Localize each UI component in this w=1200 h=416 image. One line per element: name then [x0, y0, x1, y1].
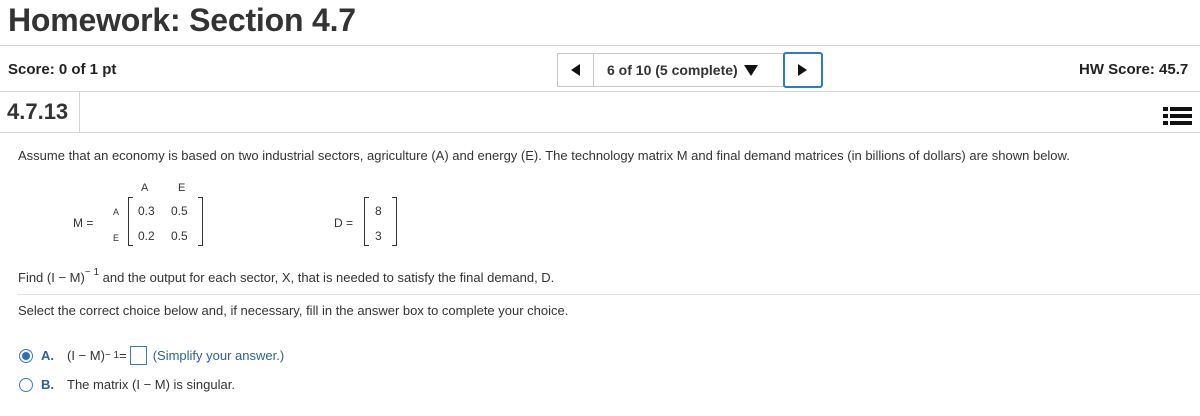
next-question-button[interactable] — [783, 52, 823, 88]
matrix-d-cell: 3 — [375, 229, 382, 243]
previous-question-button[interactable] — [557, 53, 593, 87]
answer-input-box[interactable] — [129, 346, 147, 365]
matrix-d-label: D = — [334, 216, 354, 230]
question-number: 4.7.13 — [7, 99, 69, 124]
choice-expression: (I − M) — [67, 348, 105, 363]
choice-hint: (Simplify your answer.) — [152, 348, 285, 363]
matrix-m-cell: 0.2 — [138, 229, 155, 243]
triangle-right-icon — [798, 64, 807, 76]
matrix-m-cell: 0.5 — [171, 229, 188, 243]
radio-unselected-icon[interactable] — [19, 377, 33, 392]
matrix-m-row-header: E — [113, 233, 120, 243]
divider — [0, 132, 1200, 133]
matrix-m-cell: 0.5 — [171, 204, 188, 218]
radio-selected-icon[interactable] — [19, 348, 33, 363]
page-title: Homework: Section 4.7 — [8, 2, 356, 38]
choice-a[interactable]: A. (I − M) − 1 = (Simplify your answer.) — [19, 346, 284, 365]
find-expression: Find (I − M) — [18, 270, 85, 285]
matrix-m-col-header: E — [178, 182, 186, 194]
matrix-bracket-right — [392, 197, 397, 246]
choice-b[interactable]: B. The matrix (I − M) is singular. — [19, 377, 235, 392]
question-statement: Assume that an economy is based on two i… — [18, 148, 1070, 163]
hw-score-label: HW Score: 45.7 — [1079, 61, 1189, 78]
choice-exponent: − 1 — [104, 350, 120, 361]
question-progress: 6 of 10 (5 complete) — [607, 62, 738, 78]
matrix-d-cell: 8 — [375, 204, 382, 218]
matrix-m-cell: 0.3 — [138, 204, 155, 218]
divider — [0, 45, 1200, 46]
find-instruction: Find (I − M)− 1 and the output for each … — [18, 267, 554, 285]
matrix-bracket-left — [128, 197, 133, 246]
choice-letter: B. — [41, 377, 54, 392]
find-text: and the output for each sector, X, that … — [99, 270, 555, 285]
matrix-m-col-header: A — [141, 182, 149, 194]
matrix-bracket-right — [198, 197, 203, 246]
score-label: Score: 0 of 1 pt — [8, 61, 117, 78]
choice-equals: = — [119, 348, 127, 363]
divider — [0, 91, 1200, 92]
choice-letter: A. — [41, 348, 54, 363]
question-select-dropdown[interactable]: 6 of 10 (5 complete) — [593, 53, 784, 87]
matrix-bracket-left — [364, 197, 369, 246]
question-navigator: 6 of 10 (5 complete) — [557, 52, 823, 88]
triangle-left-icon — [570, 64, 580, 76]
matrix-m-label: M = — [73, 216, 94, 230]
question-list-icon[interactable] — [1160, 104, 1194, 128]
caret-down-icon — [743, 64, 758, 76]
matrix-m-row-header: A — [113, 207, 120, 217]
choice-text: The matrix (I − M) is singular. — [67, 377, 235, 392]
inverse-exponent: − 1 — [84, 267, 100, 278]
select-instruction: Select the correct choice below and, if … — [18, 303, 569, 318]
divider — [18, 294, 1200, 295]
